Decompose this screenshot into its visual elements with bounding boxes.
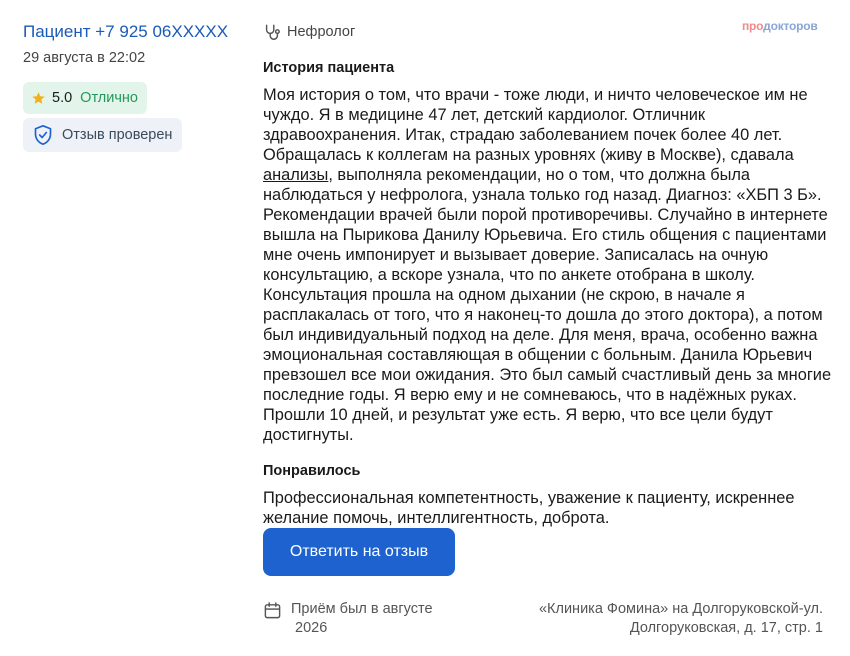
specialty-label: Нефролог [287, 24, 356, 40]
verified-badge: Отзыв проверен [23, 118, 183, 152]
clinic-line-2: Долгоруковская, д. 17, стр. 1 [629, 620, 823, 636]
prodoctorov-logo: продокторов [742, 19, 818, 33]
visit-line-1: Приём был в августе [291, 601, 433, 617]
liked-text: Профессиональная компетентность, уважени… [263, 489, 795, 527]
review-author-panel: Пациент +7 925 06XXXXX 29 августа в 22:0… [23, 21, 243, 152]
analyses-link[interactable]: анализы [263, 166, 328, 184]
rating-score: 5.0 [52, 90, 73, 106]
visit-info: Приём был в августе 2026 [263, 600, 433, 638]
verified-label: Отзыв проверен [62, 127, 173, 143]
review-story: Моя история о том, что врачи - тоже люди… [263, 86, 832, 444]
clinic-line-1: «Клиника Фомина» на Долгоруковской-ул. [538, 601, 823, 617]
history-heading: История пациента [263, 60, 395, 76]
stethoscope-icon [265, 24, 280, 40]
liked-heading: Понравилось [263, 463, 361, 479]
shield-check-icon [34, 125, 52, 146]
star-icon [32, 91, 45, 104]
clinic-address: «Клиника Фомина» на Долгоруковской-ул. Д… [539, 600, 823, 638]
reply-button[interactable]: Ответить на отзыв [263, 528, 455, 576]
visit-line-2: 2026 [295, 620, 328, 636]
rating-badge: 5.0 Отлично [23, 82, 147, 114]
review-date: 29 августа в 22:02 [23, 50, 146, 66]
calendar-icon [264, 602, 281, 619]
rating-grade: Отлично [80, 90, 138, 106]
review-author-link[interactable]: Пациент +7 925 06XXXXX [23, 21, 243, 43]
